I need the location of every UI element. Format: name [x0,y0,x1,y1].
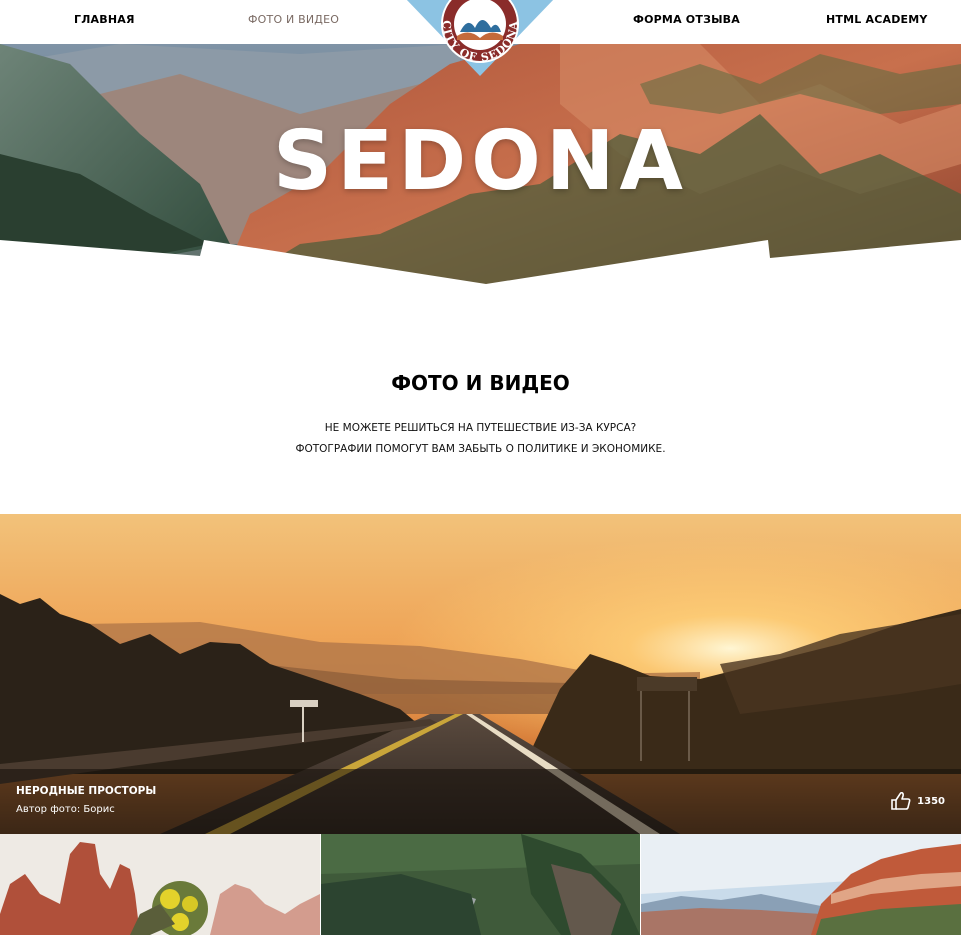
photo-title: НЕРОДНЫЕ ПРОСТОРЫ [16,785,157,797]
thumbs-up-icon [891,792,911,810]
photo-author: Автор фото: Борис [16,804,115,815]
city-of-sedona-logo[interactable]: CITY OF SEDONA [405,0,555,78]
like-button[interactable]: 1350 [891,792,945,810]
page-title: ФОТО И ВИДЕО [391,371,570,395]
logo-emblem: CITY OF SEDONA [406,0,554,76]
red-rocks-photo [0,834,320,935]
forest-road-photo [321,834,640,935]
intro-text: НЕ МОЖЕТЕ РЕШИТЬСЯ НА ПУТЕШЕСТВИЕ ИЗ-ЗА … [0,418,961,460]
canyon-photo [641,834,961,935]
nav-item-feedback-form[interactable]: ФОРМА ОТЗЫВА [633,13,740,26]
featured-photo[interactable]: НЕРОДНЫЕ ПРОСТОРЫ Автор фото: Борис 1350 [0,514,961,834]
gallery-item-red-rocks[interactable] [0,834,320,935]
nav-item-photo-video[interactable]: ФОТО И ВИДЕО [248,13,339,26]
gallery-item-canyon[interactable] [641,834,961,935]
hero-title: SEDONA [273,114,688,209]
gallery-item-forest[interactable] [321,834,640,935]
intro-line-1: НЕ МОЖЕТЕ РЕШИТЬСЯ НА ПУТЕШЕСТВИЕ ИЗ-ЗА … [324,422,637,434]
nav-item-html-academy[interactable]: HTML ACADEMY [826,13,928,26]
photo-caption: НЕРОДНЫЕ ПРОСТОРЫ Автор фото: Борис 1350 [0,769,961,834]
photo-gallery [0,834,961,935]
like-count: 1350 [917,795,945,807]
nav-item-home[interactable]: ГЛАВНАЯ [74,13,135,26]
intro-line-2: ФОТОГРАФИИ ПОМОГУТ ВАМ ЗАБЫТЬ О ПОЛИТИКЕ… [295,443,666,455]
hero-banner: SEDONA [0,44,961,286]
